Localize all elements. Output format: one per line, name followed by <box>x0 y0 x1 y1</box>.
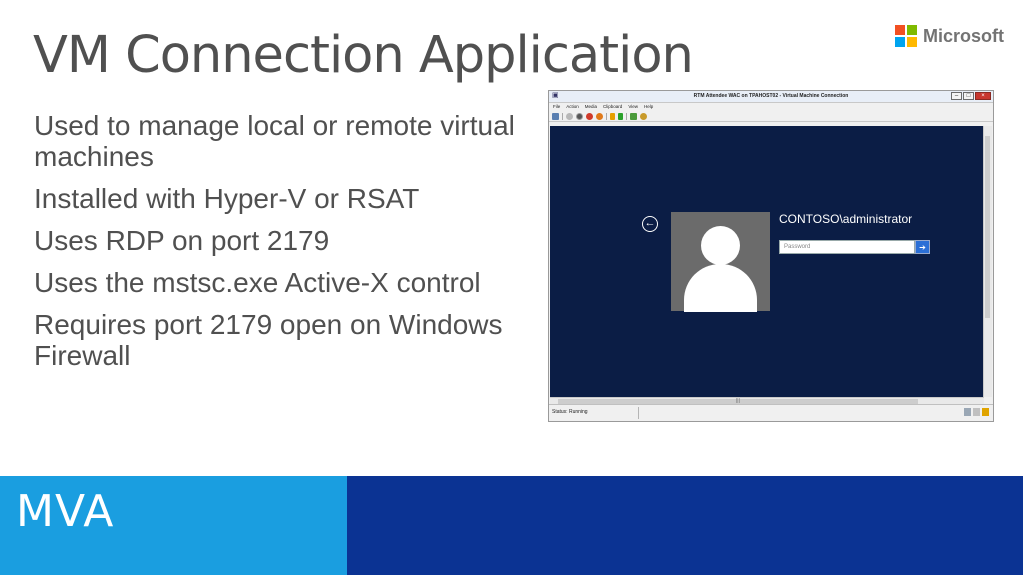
submit-arrow-icon[interactable]: ➔ <box>915 240 930 254</box>
shutdown-icon[interactable] <box>586 112 593 120</box>
menu-file[interactable]: File <box>553 103 560 111</box>
close-button[interactable]: × <box>975 92 991 100</box>
maximize-button[interactable]: □ <box>963 92 974 100</box>
microsoft-logo-text: Microsoft <box>923 25 1004 46</box>
menu-view[interactable]: View <box>628 103 638 111</box>
bullet-item: Uses RDP on port 2179 <box>34 225 330 256</box>
toolbar <box>549 111 993 122</box>
slide-title: VM Connection Application <box>33 26 694 85</box>
bullet-item: Used to manage local or remote virtual m… <box>34 110 515 172</box>
resume-icon[interactable] <box>618 112 623 120</box>
menu-bar: File Action Media Clipboard View Help <box>549 103 993 111</box>
lock-icon <box>982 408 989 416</box>
microsoft-logo-icon <box>895 25 917 47</box>
toolbar-separator <box>626 112 627 120</box>
bullet-item: Requires port 2179 open on Windows Firew… <box>34 309 503 371</box>
vm-screen[interactable]: ← CONTOSO\administrator Password ➔ <box>550 126 984 397</box>
microsoft-logo: Microsoft <box>895 24 1004 48</box>
login-username: CONTOSO\administrator <box>779 212 913 226</box>
vertical-scroll-thumb[interactable] <box>985 136 990 318</box>
vm-connection-window: ▣ RTM Attendee WAC on TPAHOST02 - Virtua… <box>548 90 994 422</box>
avatar-head <box>701 226 740 265</box>
footer-mva-text: MVA <box>16 486 115 537</box>
toolbar-separator <box>606 112 607 120</box>
avatar-body <box>684 264 757 312</box>
bullet-item: Installed with Hyper-V or RSAT <box>34 183 420 214</box>
menu-action[interactable]: Action <box>566 103 579 111</box>
menu-media[interactable]: Media <box>585 103 597 111</box>
toolbar-separator <box>562 112 563 120</box>
status-text: Status: Running <box>552 409 588 415</box>
start-icon[interactable] <box>566 112 573 120</box>
mouse-icon <box>973 408 980 416</box>
status-bar: Status: Running <box>549 404 993 421</box>
turn-off-icon[interactable] <box>576 112 583 120</box>
footer-right-band <box>347 476 1023 575</box>
password-input[interactable]: Password <box>779 240 915 254</box>
ctrl-alt-del-icon[interactable] <box>552 112 559 120</box>
keyboard-icon <box>964 408 971 416</box>
minimize-button[interactable]: – <box>951 92 962 100</box>
bullet-list: Used to manage local or remote virtual m… <box>34 110 534 382</box>
status-divider <box>638 407 639 419</box>
back-arrow-icon[interactable]: ← <box>642 216 658 232</box>
window-titlebar[interactable]: ▣ RTM Attendee WAC on TPAHOST02 - Virtua… <box>549 91 993 103</box>
window-title: RTM Attendee WAC on TPAHOST02 - Virtual … <box>693 93 849 99</box>
checkpoint-icon[interactable] <box>630 112 637 120</box>
revert-icon[interactable] <box>640 112 647 120</box>
menu-clipboard[interactable]: Clipboard <box>603 103 622 111</box>
pause-icon[interactable] <box>610 112 615 120</box>
menu-help[interactable]: Help <box>644 103 653 111</box>
user-avatar <box>671 212 770 312</box>
vertical-scrollbar[interactable] <box>983 126 992 397</box>
save-icon[interactable] <box>596 112 603 120</box>
bullet-item: Uses the mstsc.exe Active-X control <box>34 267 481 298</box>
